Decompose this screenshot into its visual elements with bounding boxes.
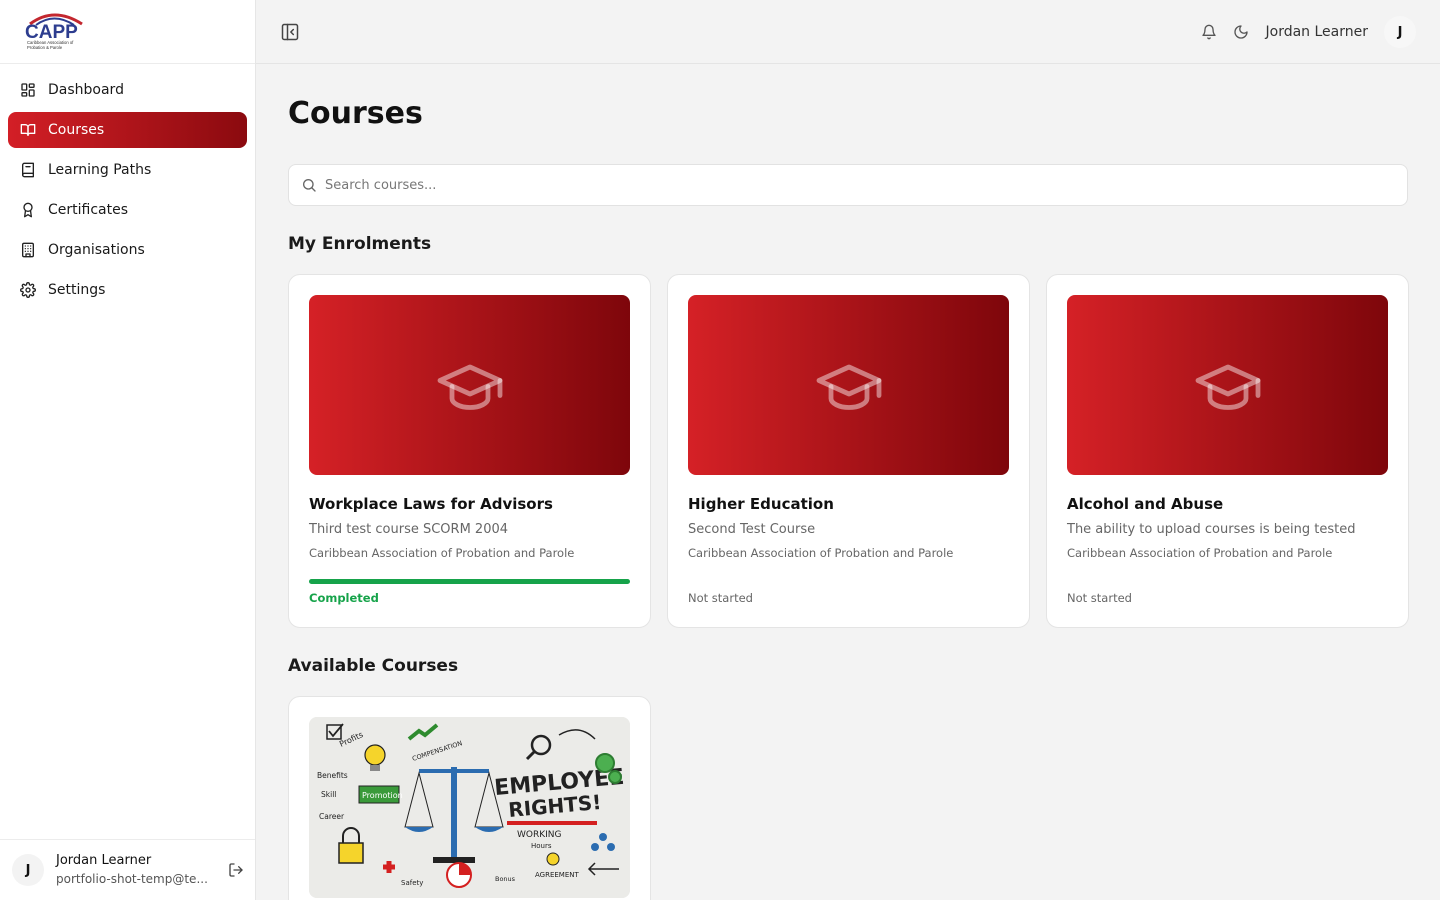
award-icon bbox=[20, 202, 36, 218]
sidebar-item-label: Organisations bbox=[48, 242, 145, 258]
course-org: Caribbean Association of Probation and P… bbox=[688, 546, 954, 560]
sidebar-user-email: portfolio-shot-temp@te... bbox=[56, 872, 208, 886]
course-title: Higher Education bbox=[688, 495, 834, 513]
svg-text:AGREEMENT: AGREEMENT bbox=[535, 871, 579, 879]
course-subtitle: The ability to upload courses is being t… bbox=[1067, 522, 1356, 537]
page-title: Courses bbox=[288, 96, 423, 131]
course-subtitle: Second Test Course bbox=[688, 522, 816, 537]
building-icon bbox=[20, 242, 36, 258]
search-input[interactable] bbox=[325, 177, 1325, 193]
status-badge: Not started bbox=[1067, 591, 1132, 605]
header-actions: Jordan Learner J bbox=[1200, 16, 1416, 48]
sidebar-item-label: Settings bbox=[48, 282, 106, 298]
avatar[interactable]: J bbox=[12, 854, 44, 886]
search-icon bbox=[303, 179, 316, 192]
sidebar-nav: Dashboard Courses Learning Paths Certifi… bbox=[0, 64, 255, 308]
dashboard-icon bbox=[20, 82, 36, 98]
sidebar-user-info: Jordan Learner portfolio-shot-temp@te... bbox=[56, 852, 212, 888]
svg-text:Benefits: Benefits bbox=[317, 771, 348, 780]
sidebar-item-label: Dashboard bbox=[48, 82, 124, 98]
section-title-available: Available Courses bbox=[288, 656, 459, 676]
main-content: Courses My Enrolments Workplace Laws for… bbox=[288, 64, 1409, 900]
svg-text:Probation & Parole: Probation & Parole bbox=[27, 45, 63, 50]
course-thumbnail bbox=[1067, 295, 1388, 475]
course-subtitle: Third test course SCORM 2004 bbox=[309, 522, 509, 537]
logout-icon bbox=[229, 863, 243, 877]
sidebar-item-organisations[interactable]: Organisations bbox=[8, 232, 247, 268]
course-title: Alcohol and Abuse bbox=[1067, 495, 1224, 513]
notifications-button[interactable] bbox=[1200, 23, 1218, 41]
logout-button[interactable] bbox=[226, 860, 246, 880]
svg-text:Promotion: Promotion bbox=[362, 791, 403, 800]
course-title: Workplace Laws for Advisors bbox=[309, 495, 553, 513]
moon-icon bbox=[1233, 25, 1248, 39]
capp-logo[interactable]: CAPP Caribbean Association of Probation … bbox=[24, 10, 88, 52]
employee-rights-illustration: Profits Benefits Skill Promotion Career … bbox=[309, 717, 630, 898]
sidebar-user: J Jordan Learner portfolio-shot-temp@te.… bbox=[0, 839, 255, 900]
sidebar-item-certificates[interactable]: Certificates bbox=[8, 192, 247, 228]
course-org: Caribbean Association of Probation and P… bbox=[1067, 546, 1333, 560]
avatar[interactable]: J bbox=[1384, 16, 1416, 48]
svg-text:Career: Career bbox=[319, 812, 345, 821]
sidebar-toggle-button[interactable] bbox=[280, 22, 300, 42]
gear-icon bbox=[20, 282, 36, 298]
svg-text:Hours: Hours bbox=[531, 842, 552, 850]
theme-toggle-button[interactable] bbox=[1232, 23, 1250, 41]
panel-left-icon bbox=[281, 23, 299, 41]
svg-text:WORKING: WORKING bbox=[517, 830, 562, 840]
sidebar-item-label: Courses bbox=[48, 122, 105, 138]
sidebar-item-dashboard[interactable]: Dashboard bbox=[8, 72, 247, 108]
status-badge: Completed bbox=[309, 591, 379, 605]
section-title-enrolments: My Enrolments bbox=[288, 234, 432, 254]
sidebar-item-label: Certificates bbox=[48, 202, 129, 218]
enrolment-cards: Workplace Laws for Advisors Third test c… bbox=[288, 274, 1409, 628]
sidebar-item-learning-paths[interactable]: Learning Paths bbox=[8, 152, 247, 188]
sidebar-item-settings[interactable]: Settings bbox=[8, 272, 247, 308]
svg-text:Skill: Skill bbox=[321, 790, 336, 799]
course-card[interactable]: Alcohol and Abuse The ability to upload … bbox=[1046, 274, 1409, 628]
search-bar bbox=[288, 164, 1408, 206]
progress-bar bbox=[309, 579, 630, 584]
course-thumbnail: Profits Benefits Skill Promotion Career … bbox=[309, 717, 630, 898]
header-user-name[interactable]: Jordan Learner bbox=[1266, 24, 1369, 40]
graduation-cap-icon bbox=[1195, 364, 1260, 410]
course-org: Caribbean Association of Probation and P… bbox=[309, 546, 575, 560]
book-open-icon bbox=[20, 122, 36, 138]
sidebar-item-label: Learning Paths bbox=[48, 162, 152, 178]
course-thumbnail bbox=[688, 295, 1009, 475]
sidebar-item-courses[interactable]: Courses bbox=[8, 112, 247, 148]
sidebar: CAPP Caribbean Association of Probation … bbox=[0, 0, 256, 900]
top-header: Jordan Learner J bbox=[256, 0, 1440, 64]
available-course-card[interactable]: Profits Benefits Skill Promotion Career … bbox=[288, 696, 651, 900]
svg-text:Bonus: Bonus bbox=[495, 875, 516, 883]
graduation-cap-icon bbox=[816, 364, 881, 410]
status-badge: Not started bbox=[688, 591, 753, 605]
course-card[interactable]: Workplace Laws for Advisors Third test c… bbox=[288, 274, 651, 628]
book-icon bbox=[20, 162, 36, 178]
course-card[interactable]: Higher Education Second Test Course Cari… bbox=[667, 274, 1030, 628]
svg-text:Safety: Safety bbox=[401, 879, 423, 887]
bell-icon bbox=[1201, 24, 1216, 40]
logo-area: CAPP Caribbean Association of Probation … bbox=[0, 0, 255, 64]
graduation-cap-icon bbox=[437, 364, 502, 410]
sidebar-user-name: Jordan Learner bbox=[56, 853, 152, 868]
course-thumbnail bbox=[309, 295, 630, 475]
